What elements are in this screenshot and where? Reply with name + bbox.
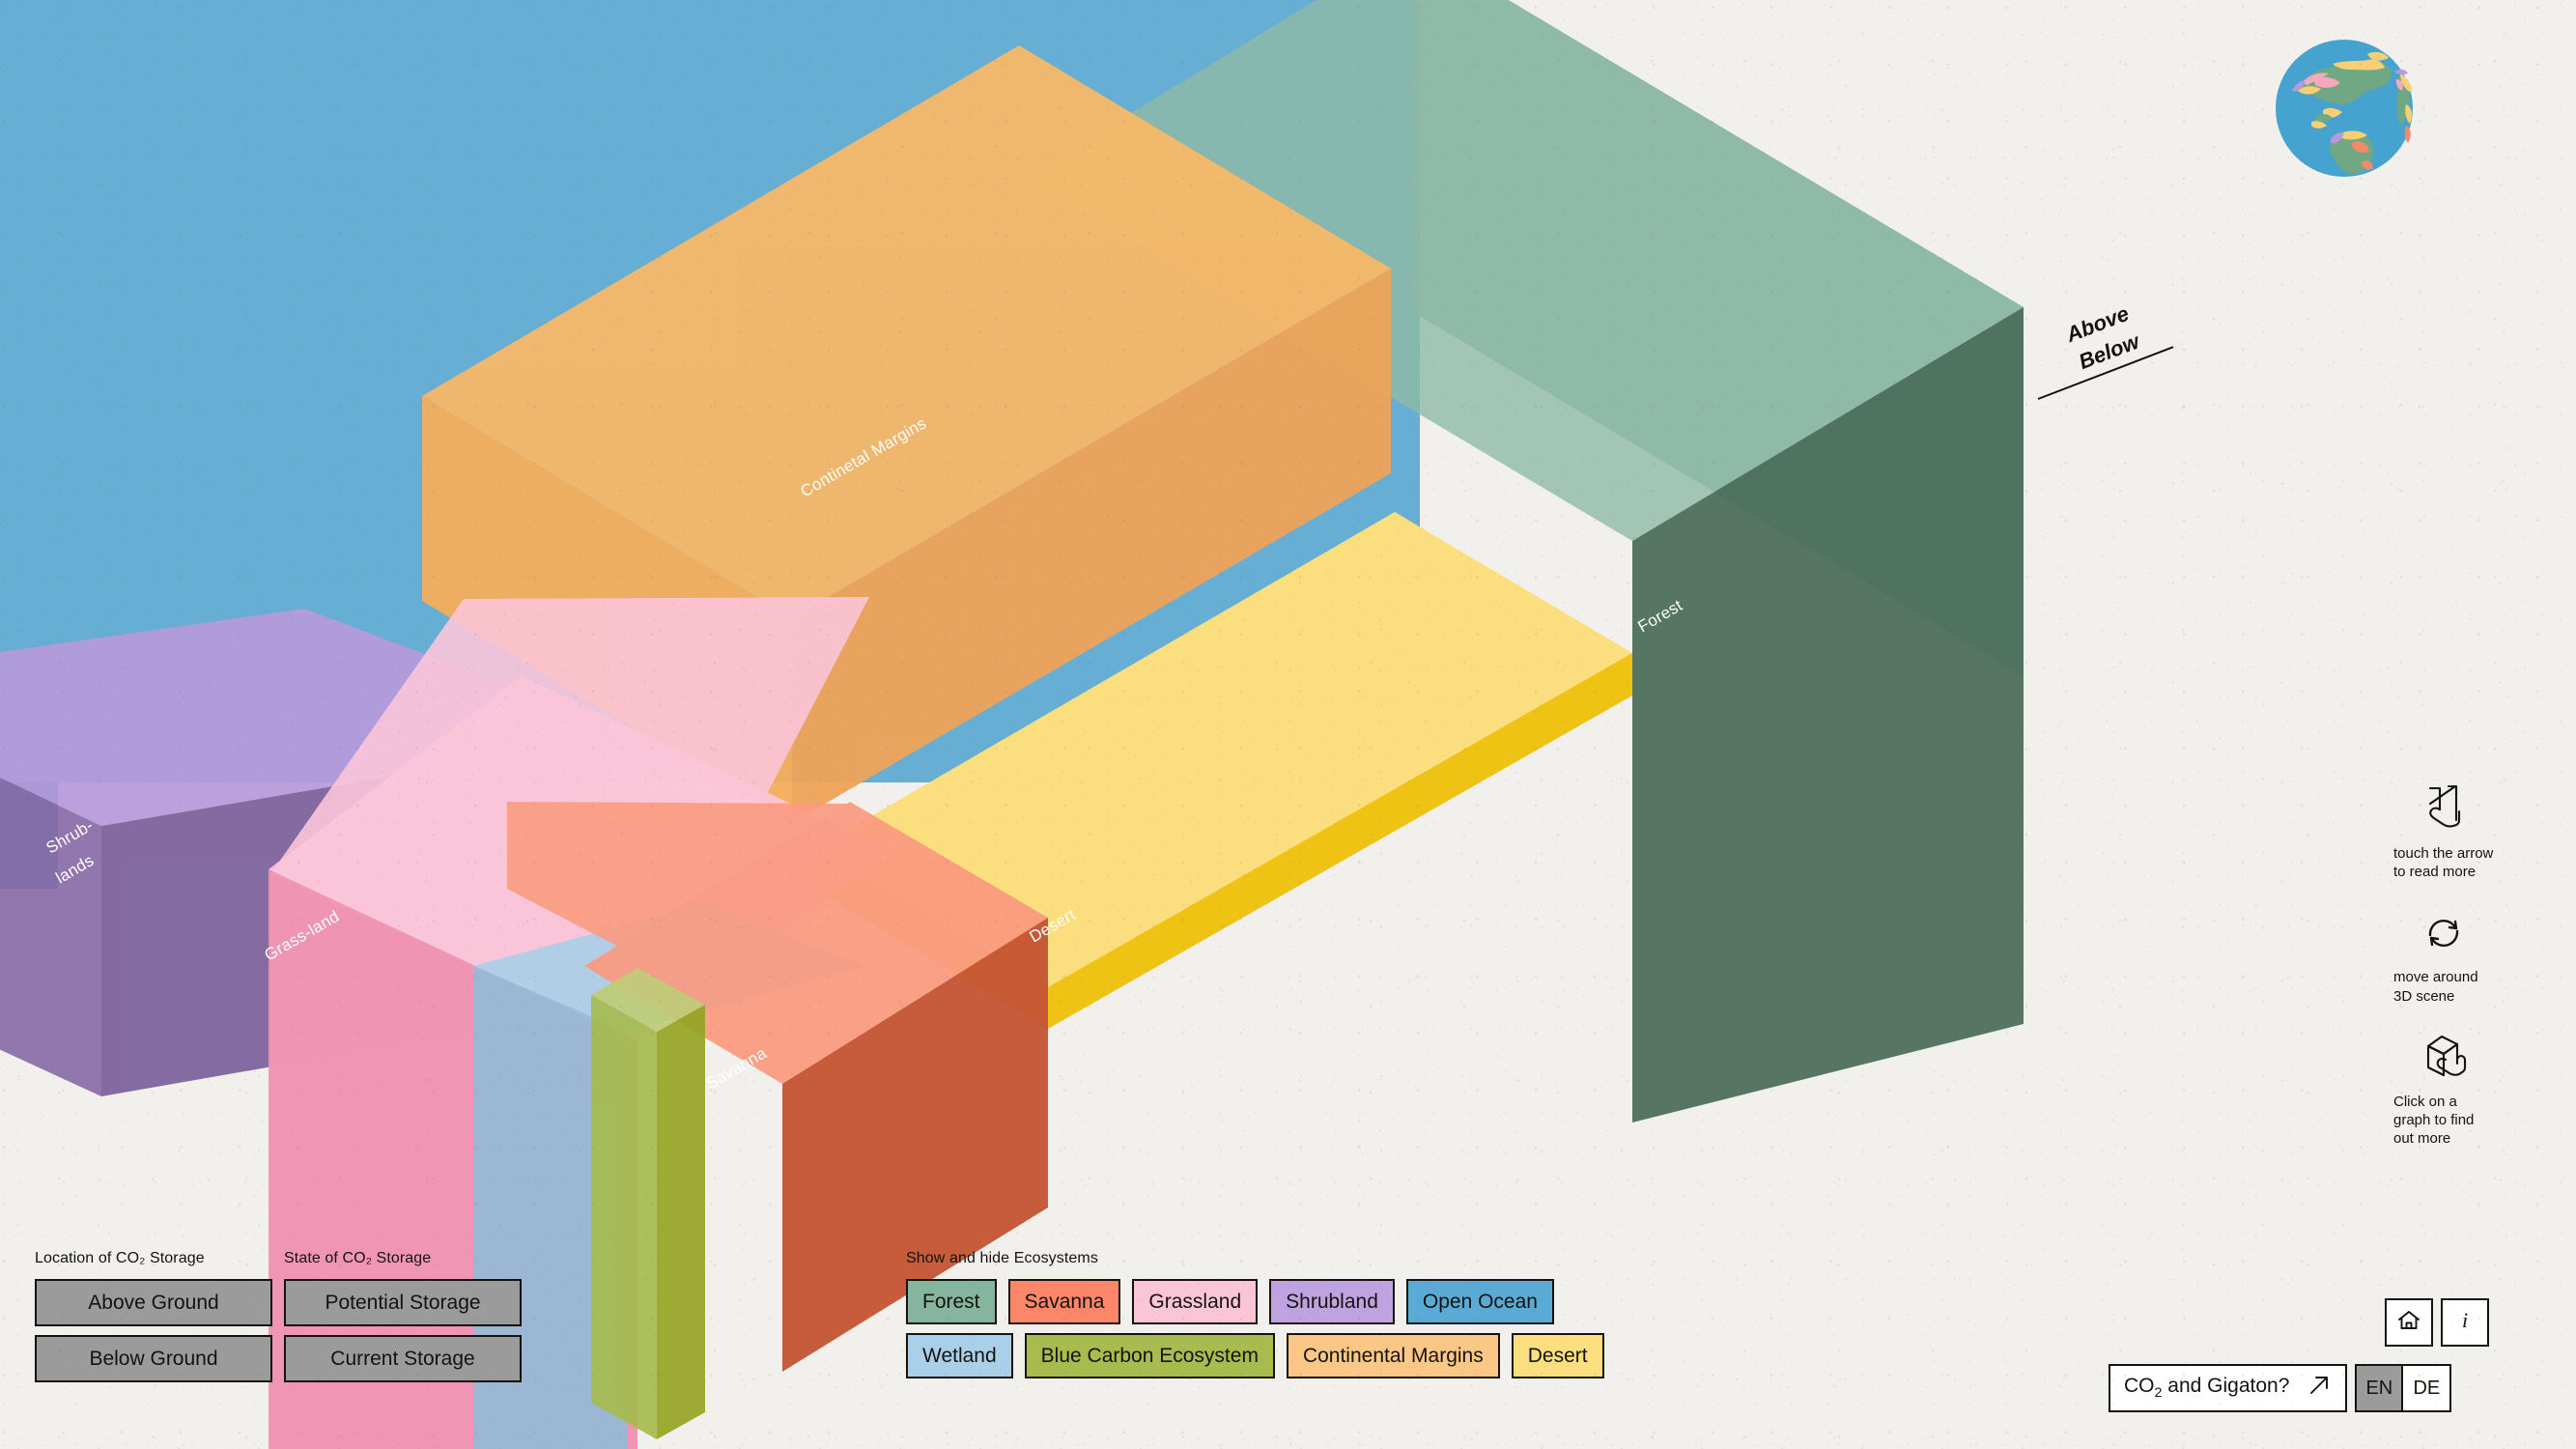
ecosystem-toggle-forest[interactable]: Forest (906, 1279, 997, 1324)
hint-rotate-text: move around 3D scene (2393, 969, 2478, 1005)
ecosystem-block-blue-carbon[interactable] (591, 968, 705, 1439)
rotate-icon (2417, 906, 2471, 960)
svg-text:i: i (2462, 1308, 2468, 1332)
globe-icon (2273, 37, 2416, 180)
ecosystem-toggle-desert[interactable]: Desert (1511, 1333, 1604, 1378)
state-control-group: State of CO₂ Storage Potential Storage C… (284, 1250, 522, 1391)
below-ground-button[interactable]: Below Ground (35, 1335, 272, 1382)
location-control-group: Location of CO₂ Storage Above Ground Bel… (35, 1250, 272, 1391)
app-root: Continetal Margins Forest Shrub- lands G… (0, 0, 2576, 1449)
hint-touch-arrow: touch the arrow to read more (2393, 782, 2494, 881)
click-cube-icon (2417, 1031, 2471, 1085)
ecosystem-toggle-savanna[interactable]: Savanna (1007, 1279, 1121, 1324)
ecosystem-toggle-shrubland[interactable]: Shrubland (1269, 1279, 1395, 1324)
ecosystems-group-title: Show and hide Ecosystems (906, 1250, 1098, 1266)
ecosystem-toggle-rows: Forest Savanna Grassland Shrubland Open Ocea… (906, 1279, 1988, 1378)
blue-carbon-right-face (657, 1005, 705, 1439)
state-group-title: State of CO₂ Storage (284, 1250, 432, 1266)
footer-icon-buttons: i (2385, 1298, 2489, 1347)
hint-click-cube-text: Click on a graph to find out more (2393, 1093, 2475, 1148)
ecosystem-toggle-open-ocean[interactable]: Open Ocean (1405, 1279, 1554, 1324)
ecosystem-toggle-continental-margins[interactable]: Continental Margins (1286, 1333, 1500, 1378)
language-button-de[interactable]: DE (2403, 1364, 2452, 1412)
ecosystem-toggle-blue-carbon-ecosystem[interactable]: Blue Carbon Ecosystem (1024, 1333, 1275, 1378)
blue-carbon-left-face (591, 995, 657, 1439)
ecosystems-control-group: Show and hide Ecosystems Forest Savanna Gr… (906, 1250, 1988, 1378)
touch-arrow-icon (2417, 782, 2471, 837)
ecosystem-toggle-row: Wetland Blue Carbon Ecosystem Continental … (906, 1333, 1988, 1378)
hints-panel: touch the arrow to read more move around… (2386, 782, 2502, 1148)
location-group-title: Location of CO₂ Storage (35, 1250, 205, 1266)
hint-click-cube: Click on a graph to find out more (2393, 1031, 2494, 1149)
above-below-annotation: Above Below (2037, 301, 2193, 423)
home-icon (2395, 1307, 2422, 1339)
current-storage-button[interactable]: Current Storage (284, 1335, 522, 1382)
ecosystem-toggle-grassland[interactable]: Grassland (1132, 1279, 1259, 1324)
info-button[interactable]: i (2441, 1298, 2489, 1347)
co2-and-gigaton-link[interactable]: CO2 and Gigaton? (2109, 1364, 2348, 1412)
hint-touch-arrow-text: touch the arrow to read more (2393, 845, 2494, 881)
footer-bottom-bar: CO2 and Gigaton? EN DE (2109, 1364, 2452, 1412)
home-button[interactable] (2385, 1298, 2433, 1347)
ecosystem-toggle-row: Forest Savanna Grassland Shrubland Open Ocea… (906, 1279, 1988, 1324)
potential-storage-button[interactable]: Potential Storage (284, 1279, 522, 1326)
above-ground-button[interactable]: Above Ground (35, 1279, 272, 1326)
hint-rotate: move around 3D scene (2393, 906, 2494, 1005)
language-switch: EN DE (2355, 1364, 2452, 1412)
co2-link-label: CO2 and Gigaton? (2124, 1375, 2290, 1402)
language-button-en[interactable]: EN (2355, 1364, 2404, 1412)
ecosystem-toggle-wetland[interactable]: Wetland (906, 1333, 1013, 1378)
3d-scene[interactable]: Continetal Margins Forest Shrub- lands G… (0, 0, 2576, 1449)
info-icon: i (2451, 1307, 2478, 1339)
arrow-up-right-icon (2307, 1373, 2332, 1404)
